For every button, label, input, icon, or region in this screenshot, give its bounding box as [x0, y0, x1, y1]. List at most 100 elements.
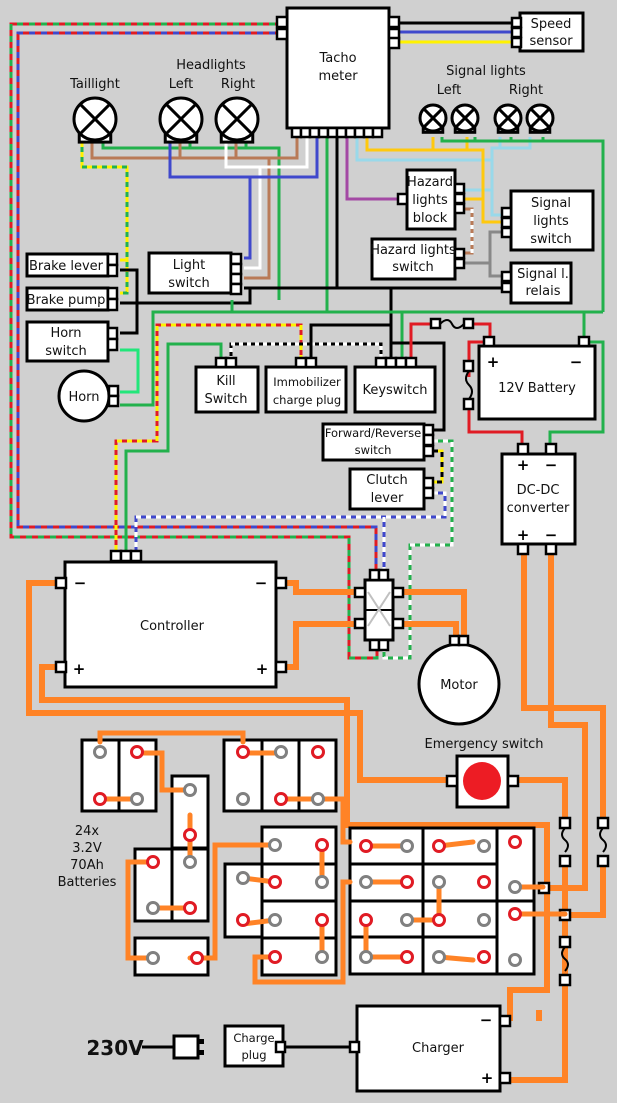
kill-switch: Kill Switch — [194, 356, 260, 414]
svg-text:Charger: Charger — [412, 1041, 465, 1056]
positive-terminal — [315, 838, 329, 852]
positive-terminal — [359, 913, 373, 927]
positive-terminal — [508, 907, 522, 921]
positive-terminal — [477, 875, 491, 889]
headlights-label: Headlights — [176, 58, 246, 73]
negative-terminal — [183, 855, 197, 869]
charger: − + Charger — [348, 1004, 512, 1093]
positive-terminal — [268, 950, 282, 964]
positive-terminal — [268, 875, 282, 889]
controller: − + − + Controller — [54, 549, 288, 689]
negative-terminal — [93, 745, 107, 759]
wiring-diagram: Tacho meter Speed sensor Headlights Tailli… — [0, 0, 617, 1103]
hazard-lights-switch: Hazard lights switch — [370, 237, 466, 281]
svg-text:+: + — [73, 660, 86, 678]
headlight-right-label: Right — [221, 77, 255, 92]
positive-terminal — [190, 951, 204, 965]
positive-terminal — [183, 901, 197, 915]
headlight-left-label: Left — [169, 77, 193, 92]
signal-left-rear-lamp — [450, 103, 480, 134]
positive-terminal — [315, 913, 329, 927]
positive-terminal — [311, 745, 325, 759]
negative-terminal — [130, 792, 144, 806]
negative-terminal — [268, 913, 282, 927]
svg-text:230V: 230V — [86, 1036, 144, 1060]
svg-text:−: − — [480, 1011, 493, 1029]
keyswitch: Keyswitch — [353, 356, 437, 414]
positive-terminal — [432, 839, 446, 853]
svg-text:Signallightsswitch: Signal lights switch — [530, 196, 572, 247]
emergency-button — [463, 762, 501, 800]
signal-relais: Signal l. relais — [500, 261, 573, 305]
svg-text:−: − — [570, 353, 583, 371]
positive-terminal — [93, 792, 107, 806]
svg-text:Hazardlightsblock: Hazard lights block — [407, 175, 453, 226]
svg-text:Emergency switch: Emergency switch — [425, 737, 544, 752]
negative-terminal — [400, 913, 414, 927]
tacho-pins — [290, 126, 384, 139]
negative-terminal — [315, 950, 329, 964]
signal-right-rear-lamp — [525, 103, 555, 134]
immobilizer-charge-plug: Immobilizer charge plug — [264, 356, 348, 414]
negative-terminal — [477, 839, 491, 853]
negative-terminal — [183, 783, 197, 797]
positive-terminal — [432, 913, 446, 927]
headlight-right-lamp — [214, 96, 260, 144]
svg-text:−: − — [545, 456, 558, 474]
positive-terminal — [400, 950, 414, 964]
battery-12v: + − 12V Battery — [477, 335, 597, 421]
clutch-lever: Clutch lever — [348, 467, 435, 511]
negative-terminal — [315, 875, 329, 889]
negative-terminal — [400, 839, 414, 853]
negative-terminal — [146, 901, 160, 915]
dcdc-converter: + − + − DC-DC converter — [500, 442, 577, 556]
negative-terminal — [268, 838, 282, 852]
forward-reverse-switch: Forward/Reverse switch — [321, 422, 435, 462]
svg-text:Brake pump: Brake pump — [27, 293, 106, 308]
positive-terminal — [477, 950, 491, 964]
light-switch: Light switch — [147, 251, 243, 296]
negative-terminal — [311, 792, 325, 806]
tachometer: Tacho meter — [275, 6, 401, 139]
svg-text:+: + — [481, 1069, 494, 1087]
signal-left-front-lamp — [418, 103, 448, 134]
negative-terminal — [432, 875, 446, 889]
negative-terminal — [236, 871, 250, 885]
signal-right-front-lamp — [493, 103, 523, 134]
taillight-lamp — [72, 96, 118, 144]
svg-text:+: + — [487, 353, 500, 371]
horn-switch: Horn switch — [25, 320, 119, 363]
svg-text:+: + — [256, 660, 269, 678]
positive-terminal — [130, 745, 144, 759]
positive-terminal — [236, 745, 250, 759]
svg-text:+: + — [517, 456, 530, 474]
svg-text:Controller: Controller — [140, 619, 205, 634]
positive-terminal — [274, 792, 288, 806]
svg-text:−: − — [74, 574, 87, 592]
positive-terminal — [400, 875, 414, 889]
negative-terminal — [508, 880, 522, 894]
svg-text:Motor: Motor — [440, 678, 478, 693]
signal-lights-switch: Signal lights switch — [500, 189, 595, 252]
svg-text:Brake lever: Brake lever — [29, 259, 104, 274]
negative-terminal — [477, 913, 491, 927]
positive-terminal — [146, 855, 160, 869]
positive-terminal — [236, 913, 250, 927]
svg-text:+: + — [517, 526, 530, 544]
signal-left-label: Left — [437, 83, 461, 98]
positive-terminal — [359, 839, 373, 853]
negative-terminal — [508, 953, 522, 967]
negative-terminal — [432, 950, 446, 964]
negative-terminal — [359, 950, 373, 964]
positive-terminal — [183, 828, 197, 842]
svg-text:Keyswitch: Keyswitch — [362, 383, 427, 398]
svg-text:12V Battery: 12V Battery — [498, 381, 576, 396]
taillight-label: Taillight — [69, 77, 120, 92]
svg-text:−: − — [255, 574, 268, 592]
signal-right-label: Right — [509, 83, 543, 98]
hazard-lights-block: Hazard lights block — [396, 168, 466, 231]
brake-lever: Brake lever — [25, 252, 119, 278]
negative-terminal — [236, 792, 250, 806]
positive-terminal — [508, 835, 522, 849]
svg-text:Horn: Horn — [68, 390, 99, 405]
